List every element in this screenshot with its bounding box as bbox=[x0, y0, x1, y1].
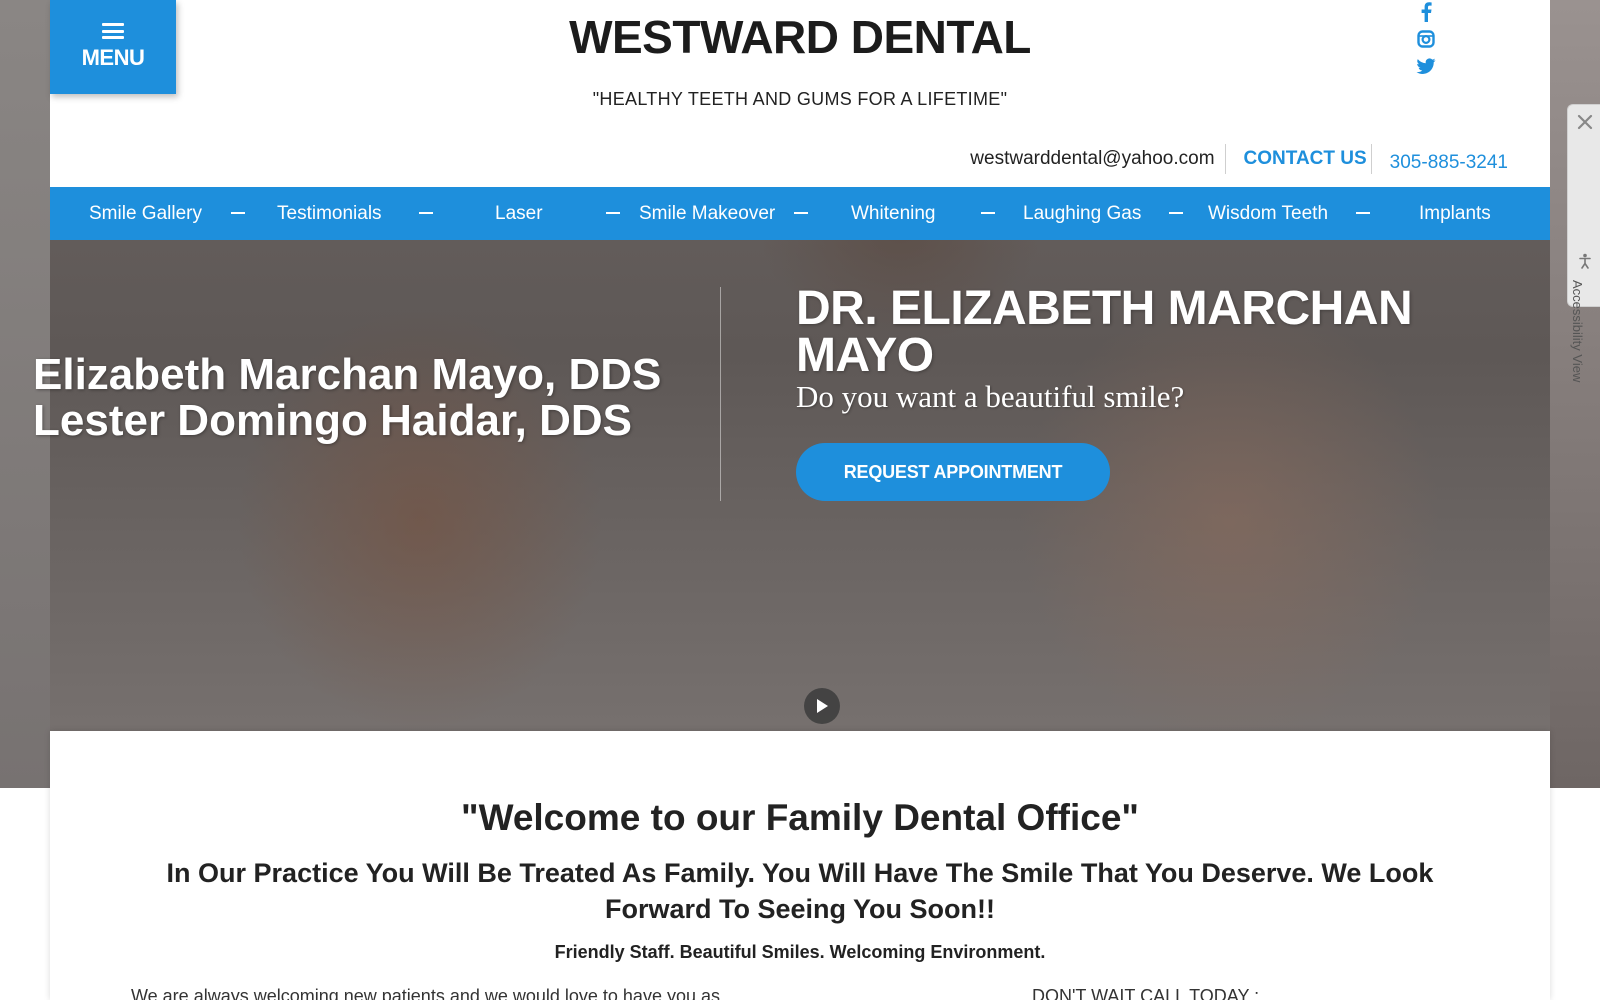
nav-item-smile-makeover[interactable]: Smile Makeover bbox=[639, 187, 775, 240]
twitter-icon[interactable] bbox=[1416, 56, 1436, 76]
play-icon bbox=[817, 699, 828, 713]
social-links bbox=[1412, 2, 1440, 76]
facebook-icon[interactable] bbox=[1416, 2, 1436, 22]
nav-item-whitening[interactable]: Whitening bbox=[851, 187, 936, 240]
nav-separator bbox=[606, 212, 620, 214]
doctor-names: Elizabeth Marchan Mayo, DDS Lester Domin… bbox=[33, 352, 661, 444]
site-tagline: "HEALTHY TEETH AND GUMS FOR A LIFETIME" bbox=[592, 89, 1008, 109]
nav-separator bbox=[231, 212, 245, 214]
practice-statement: In Our Practice You Will Be Treated As F… bbox=[166, 858, 1434, 924]
site-title[interactable]: WESTWARD DENTAL bbox=[0, 10, 1600, 64]
hero-divider bbox=[720, 287, 721, 501]
menu-button[interactable]: MENU bbox=[50, 0, 176, 94]
doctor-name-2: Lester Domingo Haidar, DDS bbox=[33, 396, 633, 445]
nav-separator bbox=[1169, 212, 1183, 214]
nav-separator bbox=[794, 212, 808, 214]
hero-question: Do you want a beautiful smile? bbox=[796, 379, 1185, 414]
accessibility-tab[interactable]: Accessibility View bbox=[1567, 104, 1600, 382]
nav-item-wisdom-teeth[interactable]: Wisdom Teeth bbox=[1208, 187, 1328, 240]
divider bbox=[1370, 144, 1372, 174]
nav-item-testimonials[interactable]: Testimonials bbox=[277, 187, 382, 240]
nav-separator bbox=[981, 212, 995, 214]
instagram-icon[interactable] bbox=[1416, 29, 1436, 49]
nav-item-laser[interactable]: Laser bbox=[495, 187, 543, 240]
nav-separator bbox=[1356, 212, 1370, 214]
nav-separator bbox=[419, 212, 433, 214]
divider bbox=[1224, 144, 1226, 174]
email-link[interactable]: westwarddental@yahoo.com bbox=[970, 148, 1220, 170]
nav-item-laughing-gas[interactable]: Laughing Gas bbox=[1023, 187, 1141, 240]
phone-link[interactable]: 305-885-3241 bbox=[1390, 152, 1508, 174]
nav-item-implants[interactable]: Implants bbox=[1419, 187, 1491, 240]
hero-headline: DR. ELIZABETH MARCHAN MAYO bbox=[796, 282, 1413, 382]
contact-us-link[interactable]: CONTACT US bbox=[1244, 148, 1367, 170]
close-icon[interactable] bbox=[1576, 113, 1594, 131]
friendly-tagline: Friendly Staff. Beautiful Smiles. Welcom… bbox=[554, 942, 1046, 962]
call-today-text: DON'T WAIT CALL TODAY : bbox=[1032, 986, 1260, 1000]
accessibility-icon bbox=[1579, 253, 1591, 269]
main-nav: Smile Gallery Testimonials Laser Smile M… bbox=[50, 187, 1550, 240]
doctor-name-1: Elizabeth Marchan Mayo, DDS bbox=[33, 350, 662, 399]
welcome-heading: "Welcome to our Family Dental Office" bbox=[461, 797, 1139, 838]
welcome-paragraph: We are always welcoming new patients and… bbox=[131, 986, 720, 1000]
nav-item-smile-gallery[interactable]: Smile Gallery bbox=[89, 187, 202, 240]
accessibility-label: Accessibility View bbox=[1570, 280, 1585, 383]
play-button[interactable] bbox=[804, 688, 840, 724]
menu-label: MENU bbox=[81, 45, 145, 70]
hamburger-icon bbox=[102, 23, 124, 39]
request-appointment-button[interactable]: REQUEST APPOINTMENT bbox=[796, 443, 1110, 501]
contact-row: westwarddental@yahoo.com CONTACT US 305-… bbox=[970, 142, 1508, 176]
